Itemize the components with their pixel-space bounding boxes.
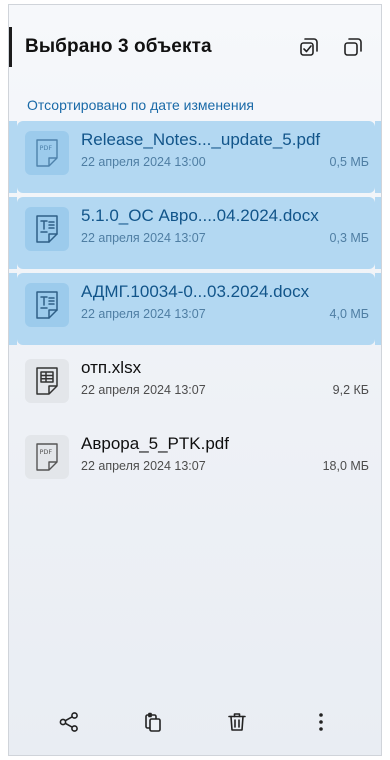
more-button[interactable]	[301, 702, 341, 742]
file-info: Аврора_5_PTK.pdf 22 апреля 2024 13:07 18…	[81, 425, 375, 473]
file-date: 22 апреля 2024 13:07	[81, 231, 206, 245]
file-list: PDF Release_Notes..._update_5.pdf 22 апр…	[9, 121, 381, 501]
file-row[interactable]: АДМГ.10034-0...03.2024.docx 22 апреля 20…	[9, 273, 381, 345]
file-row[interactable]: отп.xlsx 22 апреля 2024 13:07 9,2 КБ	[17, 349, 375, 421]
spreadsheet-file-icon	[25, 359, 69, 403]
file-row[interactable]: PDF Аврора_5_PTK.pdf 22 апреля 2024 13:0…	[17, 425, 375, 497]
file-meta: 22 апреля 2024 13:07 9,2 КБ	[81, 383, 375, 397]
file-date: 22 апреля 2024 13:00	[81, 155, 206, 169]
document-file-icon	[25, 283, 69, 327]
file-meta: 22 апреля 2024 13:00 0,5 МБ	[81, 155, 375, 169]
share-button[interactable]	[49, 702, 89, 742]
svg-text:PDF: PDF	[40, 144, 53, 152]
select-all-button[interactable]	[291, 29, 327, 65]
page-title: Выбрано 3 объекта	[25, 36, 212, 57]
header-accent-bar	[9, 27, 12, 67]
file-name: АДМГ.10034-0...03.2024.docx	[81, 282, 310, 301]
file-manager-screen: Выбрано 3 объекта Отсортировано по дате …	[8, 4, 382, 756]
delete-button[interactable]	[217, 702, 257, 742]
file-info: 5.1.0_ОС Авро....04.2024.docx 22 апреля …	[81, 197, 375, 245]
file-name: 5.1.0_ОС Авро....04.2024.docx	[81, 206, 319, 225]
file-name: отп.xlsx	[81, 358, 142, 377]
file-meta: 22 апреля 2024 13:07 0,3 МБ	[81, 231, 375, 245]
sort-label[interactable]: Отсортировано по дате изменения	[27, 97, 254, 113]
share-icon	[57, 710, 81, 734]
file-date: 22 апреля 2024 13:07	[81, 459, 206, 473]
file-date: 22 апреля 2024 13:07	[81, 307, 206, 321]
copy-button[interactable]	[133, 702, 173, 742]
deselect-button[interactable]	[335, 29, 371, 65]
file-meta: 22 апреля 2024 13:07 18,0 МБ	[81, 459, 375, 473]
bottom-action-bar	[9, 689, 381, 755]
file-size: 18,0 МБ	[322, 459, 369, 473]
file-name: Release_Notes..._update_5.pdf	[81, 130, 321, 149]
file-size: 4,0 МБ	[329, 307, 369, 321]
file-row[interactable]: 5.1.0_ОС Авро....04.2024.docx 22 апреля …	[9, 197, 381, 269]
svg-text:PDF: PDF	[40, 448, 53, 456]
document-file-icon	[25, 207, 69, 251]
file-size: 0,5 МБ	[329, 155, 369, 169]
file-meta: 22 апреля 2024 13:07 4,0 МБ	[81, 307, 375, 321]
pdf-file-icon: PDF	[25, 435, 69, 479]
copy-icon	[141, 710, 165, 734]
file-info: АДМГ.10034-0...03.2024.docx 22 апреля 20…	[81, 273, 375, 321]
file-row[interactable]: PDF Release_Notes..._update_5.pdf 22 апр…	[9, 121, 381, 193]
file-size: 9,2 КБ	[332, 383, 369, 397]
file-date: 22 апреля 2024 13:07	[81, 383, 206, 397]
file-info: Release_Notes..._update_5.pdf 22 апреля …	[81, 121, 375, 169]
file-info: отп.xlsx 22 апреля 2024 13:07 9,2 КБ	[81, 349, 375, 397]
select-all-icon	[297, 35, 321, 59]
file-name: Аврора_5_PTK.pdf	[81, 434, 229, 453]
selection-header: Выбрано 3 объекта	[25, 27, 371, 67]
more-vertical-icon	[309, 710, 333, 734]
trash-icon	[225, 710, 249, 734]
file-size: 0,3 МБ	[329, 231, 369, 245]
pdf-file-icon: PDF	[25, 131, 69, 175]
deselect-icon	[341, 35, 365, 59]
